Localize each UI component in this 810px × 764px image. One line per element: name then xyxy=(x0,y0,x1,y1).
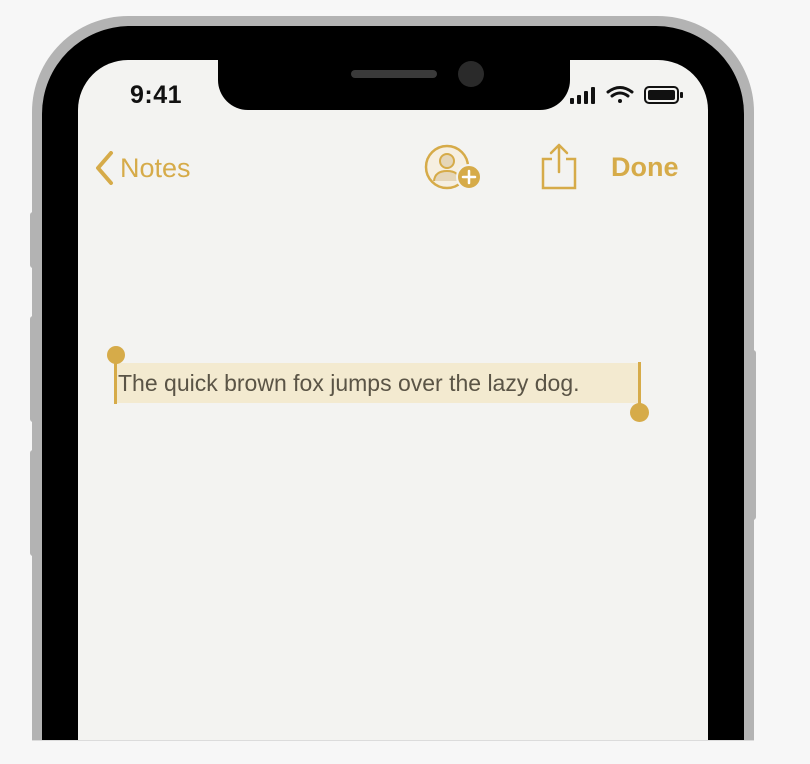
side-button xyxy=(748,350,756,520)
back-button[interactable]: Notes xyxy=(94,148,191,188)
add-person-button[interactable] xyxy=(423,144,485,194)
frame-crop-line xyxy=(32,740,754,741)
share-icon xyxy=(541,143,577,190)
selection-end-handle[interactable] xyxy=(630,403,649,422)
status-icons xyxy=(570,85,685,105)
note-text-selection[interactable]: The quick brown fox jumps over the lazy … xyxy=(116,363,641,403)
selection-end-caret xyxy=(638,362,641,406)
volume-up-button xyxy=(30,316,38,422)
back-button-label: Notes xyxy=(120,152,191,183)
battery-icon xyxy=(644,86,683,104)
silent-switch xyxy=(30,212,38,268)
frame-crop xyxy=(0,741,810,764)
share-button[interactable] xyxy=(540,142,578,190)
done-button[interactable]: Done xyxy=(611,152,679,183)
status-time: 9:41 xyxy=(130,81,183,109)
signal-icon xyxy=(570,87,595,104)
chevron-left-icon xyxy=(96,151,113,185)
selection-start-handle[interactable] xyxy=(107,346,125,364)
volume-down-button xyxy=(30,450,38,556)
selection-start-caret xyxy=(114,362,117,404)
front-camera xyxy=(458,61,484,87)
notch xyxy=(218,58,570,110)
speaker-grille xyxy=(351,70,437,78)
add-person-icon xyxy=(424,144,482,190)
wifi-icon xyxy=(606,86,634,103)
